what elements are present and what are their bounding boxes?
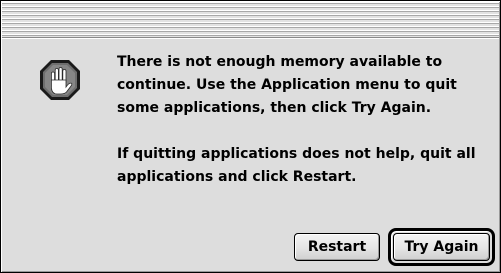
alert-message: There is not enough memory available to … xyxy=(117,51,497,189)
alert-message-secondary: If quitting applications does not help, … xyxy=(117,146,476,185)
stop-hand-icon xyxy=(40,60,80,100)
alert-message-primary: There is not enough memory available to … xyxy=(117,54,457,116)
alert-dialog: There is not enough memory available to … xyxy=(0,0,501,273)
dialog-title-bar[interactable] xyxy=(2,2,499,39)
restart-button[interactable]: Restart xyxy=(294,233,380,261)
try-again-button[interactable]: Try Again xyxy=(393,233,490,261)
